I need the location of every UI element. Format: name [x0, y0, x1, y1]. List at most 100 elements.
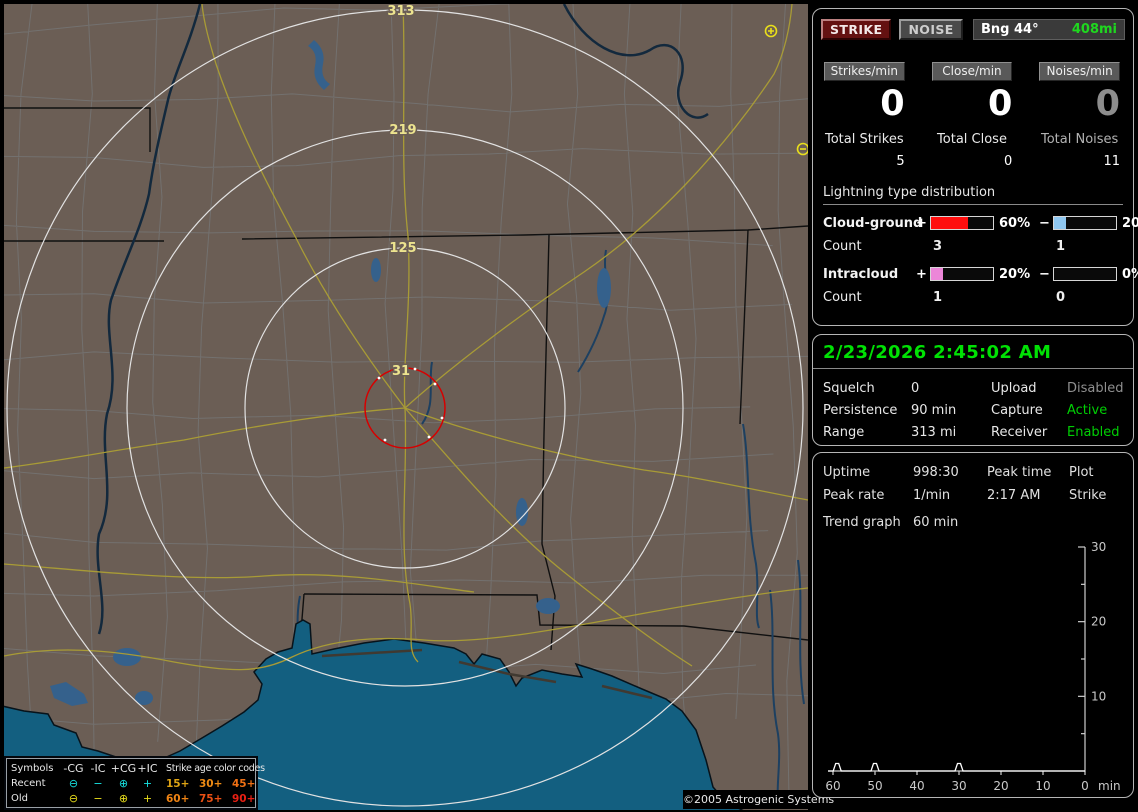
old-nic-icon: − [93, 792, 103, 805]
range-label: Range [823, 425, 865, 440]
status-panel: 2/23/2026 2:45:02 AM Squelch 0 Upload Di… [812, 334, 1134, 446]
trend-panel: Uptime 998:30 Peak time Plot Peak rate 1… [812, 452, 1134, 798]
old-ncg-icon: ⊖ [68, 792, 79, 805]
plus-sign: + [916, 266, 927, 282]
persistence-value: 90 min [911, 403, 957, 418]
strikes-per-min-chip[interactable]: Strikes/min [824, 62, 905, 81]
ic-plus-count: 1 [933, 289, 943, 305]
uptime-label: Uptime [823, 465, 871, 480]
bearing-distance: 408mi [1071, 22, 1117, 37]
lightning-distribution: Lightning type distribution Cloud-ground… [813, 169, 1138, 305]
svg-text:min: min [1098, 779, 1121, 793]
nexstorm-window: 313 219 125 31 Symbols -CG -IC +CG +IC S… [0, 0, 1138, 812]
peak-rate-value: 1/min [913, 488, 951, 503]
svg-text:40: 40 [909, 779, 924, 793]
trend-window-value: 60 min [913, 515, 959, 530]
intracloud-label: Intracloud [823, 266, 899, 282]
capture-value: Active [1067, 403, 1108, 418]
ring-label-313: 313 [387, 4, 414, 19]
cg-minus-pct: 20% [1122, 215, 1138, 231]
total-close-value: 0 [1004, 153, 1013, 169]
cloud-ground-row: Cloud-ground + 60% − 20% [823, 215, 1138, 231]
distribution-title: Lightning type distribution [823, 185, 1123, 205]
age-75: 75+ [199, 792, 223, 805]
ring-label-219: 219 [389, 123, 416, 138]
cg-minus-bar [1053, 216, 1117, 231]
strike-button[interactable]: STRIKE [821, 19, 892, 40]
svg-text:30: 30 [951, 779, 966, 793]
svg-text:10: 10 [1035, 779, 1050, 793]
plot-label: Plot [1069, 465, 1094, 480]
old-pcg-icon: ⊕ [118, 792, 129, 805]
lightning-map[interactable]: 313 219 125 31 Symbols -CG -IC +CG +IC S… [4, 4, 834, 810]
map-canvas[interactable]: 313 219 125 31 [4, 4, 808, 810]
total-strikes-value: 5 [896, 153, 905, 169]
toolbar: STRIKE NOISE Bng 44° 408mi [813, 9, 1133, 40]
close-column: Close/min 0 Total Close 0 [931, 62, 1013, 169]
strike-counters-panel: STRIKE NOISE Bng 44° 408mi Strikes/min 0… [812, 8, 1138, 326]
cg-plus-pct: 60% [999, 215, 1031, 231]
bearing-label: Bng 44° [981, 22, 1039, 37]
peak-time-label: Peak time [987, 465, 1052, 480]
rate-counters: Strikes/min 0 Total Strikes 5 Close/min … [813, 40, 1133, 169]
old-pic-icon: + [142, 792, 153, 805]
map-legend: Symbols -CG -IC +CG +IC Strike age color… [6, 758, 265, 808]
plus-sign: + [916, 215, 927, 231]
age-15: 15+ [166, 777, 190, 790]
strikes-column: Strikes/min 0 Total Strikes 5 [824, 62, 905, 169]
legend-symbols-header: Symbols [11, 763, 54, 774]
intracloud-row: Intracloud + 20% − 0% [823, 266, 1138, 282]
total-strikes-label: Total Strikes [825, 131, 904, 147]
plot-mode-value: Strike [1069, 488, 1107, 503]
minus-sign: − [1039, 215, 1050, 231]
trend-graph: 30 20 10 60 50 40 30 20 10 0 min [825, 541, 1121, 793]
recent-pcg-icon: ⊕ [118, 777, 129, 790]
stats-grid: Uptime 998:30 Peak time Plot Peak rate 1… [813, 453, 1133, 503]
minus-sign: − [1039, 266, 1050, 282]
persistence-label: Persistence [823, 403, 898, 418]
copyright-text: ©2005 Astrogenic Systems [683, 790, 834, 809]
legend-col-ncg: -CG [63, 762, 84, 775]
upload-value: Disabled [1067, 381, 1124, 396]
ic-minus-bar [1053, 267, 1117, 282]
peak-time-value: 2:17 AM [987, 488, 1041, 503]
trend-header: Trend graph 60 min [813, 503, 1133, 530]
age-60: 60+ [166, 792, 190, 805]
total-noises-label: Total Noises [1040, 131, 1119, 147]
svg-text:10: 10 [1091, 689, 1106, 703]
receiver-value: Enabled [1067, 425, 1120, 440]
noises-per-min-value: 0 [1095, 84, 1120, 124]
datetime-display: 2/23/2026 2:45:02 AM [813, 335, 1133, 369]
noises-per-min-chip[interactable]: Noises/min [1039, 62, 1120, 81]
ic-minus-count: 0 [1056, 289, 1066, 305]
intracloud-count-row: Count 1 0 [823, 290, 1123, 305]
svg-text:60: 60 [825, 779, 840, 793]
age-45: 45+ [232, 777, 256, 790]
legend-age-header: Strike age color codes [166, 763, 265, 774]
upload-label: Upload [991, 381, 1037, 396]
peak-rate-label: Peak rate [823, 488, 885, 503]
recent-ncg-icon: ⊖ [68, 777, 79, 790]
ring-label-125: 125 [389, 241, 416, 256]
bearing-display: Bng 44° 408mi [973, 19, 1125, 40]
strikes-per-min-value: 0 [880, 84, 905, 124]
close-per-min-value: 0 [987, 84, 1013, 124]
capture-label: Capture [991, 403, 1043, 418]
legend-col-pcg: +CG [110, 762, 137, 775]
cg-plus-count: 3 [933, 238, 943, 254]
total-noises-value: 11 [1103, 153, 1120, 169]
noises-column: Noises/min 0 Total Noises 11 [1039, 62, 1120, 169]
recent-pic-icon: + [142, 777, 153, 790]
noise-button[interactable]: NOISE [899, 19, 963, 40]
range-value: 313 mi [911, 425, 957, 440]
legend-col-nic: -IC [90, 762, 106, 775]
svg-text:30: 30 [1091, 541, 1106, 554]
cg-minus-count: 1 [1056, 238, 1066, 254]
age-30: 30+ [199, 777, 223, 790]
close-per-min-chip[interactable]: Close/min [931, 62, 1013, 81]
svg-text:20: 20 [993, 779, 1008, 793]
count-label: Count [823, 238, 862, 254]
svg-text:20: 20 [1091, 615, 1106, 629]
recent-nic-icon: − [93, 777, 103, 790]
svg-text:50: 50 [867, 779, 882, 793]
